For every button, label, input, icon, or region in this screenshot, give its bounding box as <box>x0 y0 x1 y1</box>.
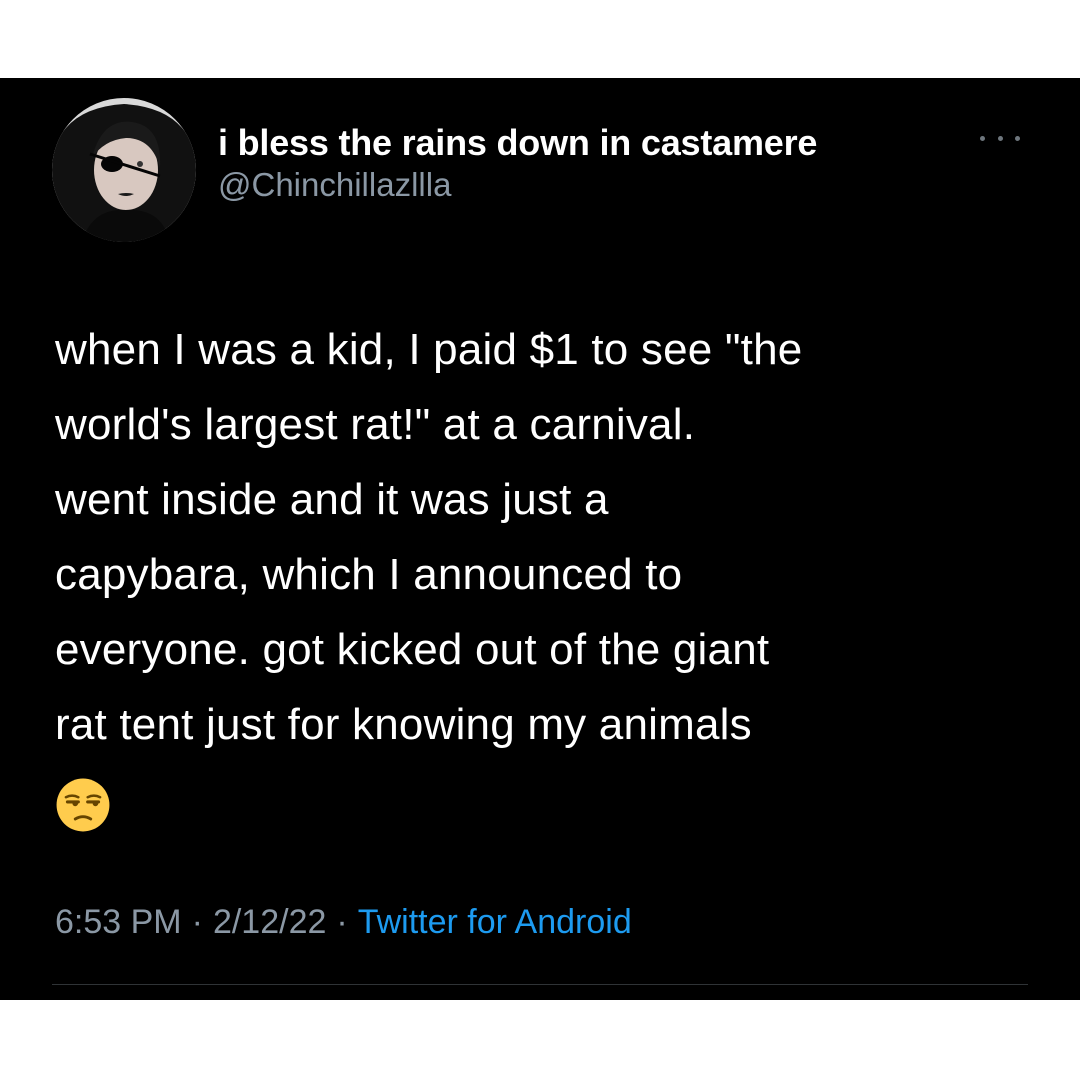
more-horizontal-icon[interactable] <box>980 128 1020 148</box>
tweet-text-line: capybara, which I announced to <box>55 550 683 599</box>
tweet-date[interactable]: 2/12/22 <box>213 903 326 941</box>
dot <box>1015 135 1020 141</box>
emoji-line <box>55 762 1035 837</box>
tweet-time[interactable]: 6:53 PM <box>55 903 182 941</box>
display-name[interactable]: i bless the rains down in castamere <box>218 122 817 164</box>
tweet-text-line: rat tent just for knowing my animals <box>55 700 752 749</box>
meta-separator: · <box>191 903 203 941</box>
avatar-image <box>52 98 196 242</box>
unamused-face-emoji <box>56 778 110 832</box>
user-handle[interactable]: @Chinchillazllla <box>218 164 817 206</box>
tweet-text-line: world's largest rat!" at a carnival. <box>55 400 696 449</box>
tweet-text-line: everyone. got kicked out of the giant <box>55 625 770 674</box>
tweet-text: when I was a kid, I paid $1 to see "the w… <box>55 312 1035 837</box>
meta-separator: · <box>336 903 348 941</box>
divider <box>52 984 1028 985</box>
dot <box>997 135 1003 141</box>
dot <box>980 135 985 141</box>
tweet-text-line: went inside and it was just a <box>55 475 609 524</box>
avatar[interactable] <box>52 98 196 242</box>
tweet-source-link[interactable]: Twitter for Android <box>358 903 632 941</box>
tweet-meta: 6:53 PM · 2/12/22 · Twitter for Android <box>55 900 632 944</box>
page: i bless the rains down in castamere @Chi… <box>0 0 1080 1080</box>
author-names: i bless the rains down in castamere @Chi… <box>218 122 817 206</box>
tweet-header: i bless the rains down in castamere @Chi… <box>52 98 1032 248</box>
tweet-card: i bless the rains down in castamere @Chi… <box>0 78 1080 1000</box>
tweet-text-line: when I was a kid, I paid $1 to see "the <box>55 325 803 374</box>
